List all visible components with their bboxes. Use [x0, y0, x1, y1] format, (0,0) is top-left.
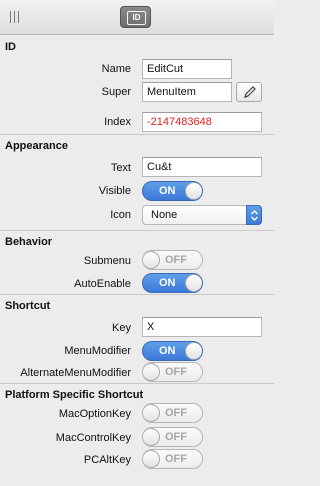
macoption-toggle[interactable]: OFF — [142, 403, 203, 423]
toggle-knob — [143, 428, 160, 446]
maccontrol-toggle-state: OFF — [165, 431, 187, 443]
appearance-section: Appearance Text Cu&t Visible ON Icon Non… — [0, 134, 274, 230]
name-label: Name — [101, 63, 131, 75]
index-field[interactable]: -2147483648 — [142, 112, 262, 132]
pcalt-label: PCAltKey — [83, 454, 131, 466]
maccontrol-toggle[interactable]: OFF — [142, 427, 203, 447]
visible-toggle[interactable]: ON — [142, 181, 203, 201]
autoenable-toggle-state: ON — [159, 277, 176, 289]
autoenable-toggle[interactable]: ON — [142, 273, 203, 293]
id-tab-label: ID — [127, 11, 146, 25]
super-field[interactable]: MenuItem — [142, 82, 232, 102]
id-inspector-tab[interactable]: ID — [120, 6, 151, 28]
icon-select[interactable]: None — [142, 205, 262, 225]
toggle-knob — [185, 274, 202, 292]
index-label: Index — [104, 116, 131, 128]
toggle-knob — [185, 182, 202, 200]
macoption-label: MacOptionKey — [58, 408, 131, 420]
altmenumodifier-toggle[interactable]: OFF — [142, 362, 203, 382]
behavior-section: Behavior Submenu OFF AutoEnable ON — [0, 230, 274, 294]
pencil-icon — [244, 86, 256, 98]
toggle-knob — [143, 404, 160, 422]
section-title-behavior: Behavior — [5, 236, 53, 248]
toggle-knob — [185, 342, 202, 360]
menumodifier-label: MenuModifier — [64, 345, 131, 357]
altmenumodifier-label: AlternateMenuModifier — [20, 367, 131, 379]
macoption-toggle-state: OFF — [165, 407, 187, 419]
submenu-toggle-state: OFF — [165, 254, 187, 266]
pcalt-toggle-state: OFF — [165, 453, 187, 465]
submenu-label: Submenu — [83, 255, 131, 267]
edit-super-button[interactable] — [236, 82, 262, 102]
super-label: Super — [101, 86, 131, 98]
name-field[interactable]: EditCut — [142, 59, 232, 79]
key-field[interactable]: X — [142, 317, 262, 337]
visible-label: Visible — [98, 185, 131, 197]
altmenumodifier-toggle-state: OFF — [165, 366, 187, 378]
submenu-toggle[interactable]: OFF — [142, 250, 203, 270]
inspector-toolbar: ID — [0, 0, 274, 35]
autoenable-label: AutoEnable — [74, 278, 131, 290]
shortcut-section: Shortcut Key X MenuModifier ON Alternate… — [0, 294, 274, 383]
grip-handle-icon[interactable] — [10, 11, 19, 23]
toggle-knob — [143, 251, 160, 269]
maccontrol-label: MacControlKey — [55, 432, 131, 444]
chevron-updown-icon — [246, 205, 262, 225]
icon-select-value: None — [151, 209, 178, 221]
section-title-shortcut: Shortcut — [5, 300, 51, 312]
visible-toggle-state: ON — [159, 185, 176, 197]
toggle-knob — [143, 450, 160, 468]
menumodifier-toggle-state: ON — [159, 345, 176, 357]
menumodifier-toggle[interactable]: ON — [142, 341, 203, 361]
id-section: ID Name EditCut Super MenuItem Index -21… — [0, 35, 274, 134]
text-label: Text — [110, 162, 131, 174]
text-field[interactable]: Cu&t — [142, 157, 262, 177]
pcalt-toggle[interactable]: OFF — [142, 449, 203, 469]
key-label: Key — [112, 322, 131, 334]
toggle-knob — [143, 363, 160, 381]
section-title-appearance: Appearance — [5, 140, 68, 152]
icon-label: Icon — [110, 209, 131, 221]
platform-shortcut-section: Platform Specific Shortcut MacOptionKey … — [0, 383, 274, 486]
section-title-id: ID — [5, 41, 16, 53]
section-title-platform: Platform Specific Shortcut — [5, 389, 144, 401]
